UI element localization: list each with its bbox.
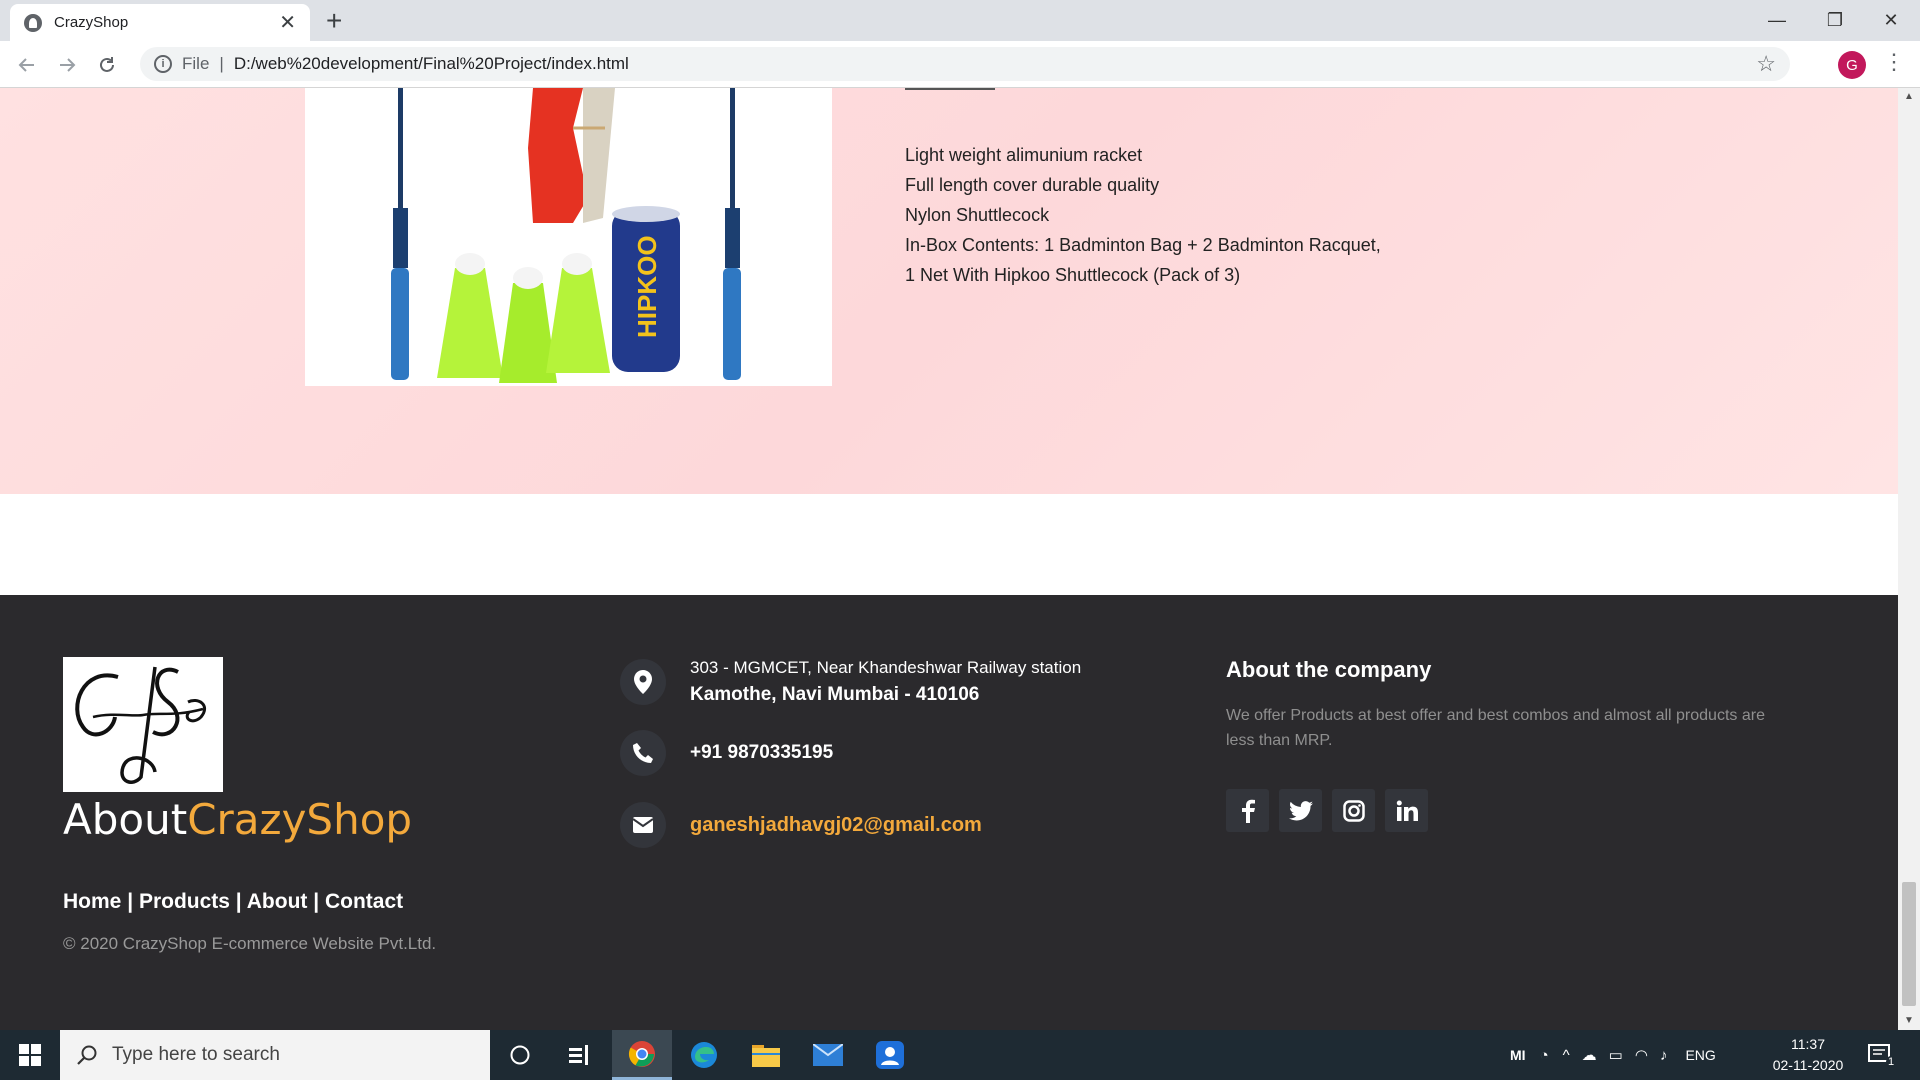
feature-item: Light weight alimunium racket [905, 145, 1143, 165]
link-separator: | [235, 890, 242, 913]
back-arrow-icon[interactable] [11, 49, 43, 81]
clock-time: 11:37 [1791, 1036, 1825, 1052]
search-placeholder: Type here to search [112, 1044, 280, 1065]
mail-icon[interactable] [798, 1030, 858, 1080]
cloud-icon[interactable]: ☁ [1582, 1046, 1597, 1064]
address-line-2: Kamothe, Navi Mumbai - 410106 [690, 684, 980, 705]
crazyshop-logo [63, 657, 223, 792]
instagram-icon[interactable] [1332, 789, 1375, 832]
map-pin-icon [620, 659, 666, 705]
copyright-text: © 2020 CrazyShop E-commerce Website Pvt.… [63, 934, 437, 953]
mi-tray-label[interactable]: MI [1510, 1047, 1526, 1063]
footer-link-products[interactable]: Products [139, 890, 230, 913]
scroll-up-arrow[interactable]: ▲ [1898, 88, 1920, 106]
people-app-icon[interactable] [860, 1030, 920, 1080]
footer: AboutCrazyShop Home | Products | About |… [0, 595, 1898, 1030]
page-viewport: HIPKOO Light weight alimunium racket Ful… [0, 88, 1898, 1030]
footer-link-home[interactable]: Home [63, 890, 121, 913]
facebook-icon[interactable] [1226, 789, 1269, 832]
file-explorer-icon[interactable] [736, 1030, 796, 1080]
feature-item: Nylon Shuttlecock [905, 205, 1050, 225]
linkedin-icon[interactable] [1385, 789, 1428, 832]
product-section: HIPKOO Light weight alimunium racket Ful… [0, 88, 1898, 494]
twitter-icon[interactable] [1279, 789, 1322, 832]
address-bar: i File | D:/web%20development/Final%20Pr… [0, 41, 1920, 88]
tab-title: CrazyShop [54, 14, 129, 31]
section-spacer [0, 494, 1898, 595]
minimize-button[interactable]: — [1748, 0, 1806, 41]
scroll-down-arrow[interactable]: ▼ [1898, 1012, 1920, 1030]
feature-item: 1 Net With Hipkoo Shuttlecock (Pack of 3… [905, 265, 1241, 285]
taskbar-clock[interactable]: 11:37 02-11-2020 [1760, 1034, 1856, 1076]
new-tab-button[interactable]: + [326, 6, 342, 36]
chrome-icon[interactable] [612, 1030, 672, 1080]
envelope-icon [620, 802, 666, 848]
language-indicator[interactable]: ENG [1685, 1047, 1715, 1063]
edge-icon[interactable] [674, 1030, 734, 1080]
feature-item: In-Box Contents: 1 Badminton Bag + 2 Bad… [905, 235, 1381, 255]
close-tab-icon[interactable]: ✕ [279, 10, 296, 35]
contact-address: 303 - MGMCET, Near Khandeshwar Railway s… [620, 658, 1081, 706]
link-separator: | [313, 890, 320, 913]
about-company-text: We offer Products at best offer and best… [1226, 707, 1765, 749]
sync-icon[interactable]: ◔ [1540, 1047, 1549, 1064]
battery-icon[interactable]: ▭ [1609, 1046, 1623, 1064]
system-tray: MI ◔ ^ ☁ ▭ ◠ ♪ ENG [1510, 1030, 1716, 1080]
forward-arrow-icon[interactable] [51, 49, 83, 81]
brand-accent: CrazyShop [187, 795, 413, 844]
social-links [1226, 789, 1438, 832]
windows-start-icon[interactable] [0, 1030, 60, 1080]
phone-icon [620, 730, 666, 776]
footer-links: Home | Products | About | Contact [63, 890, 403, 914]
bookmark-star-icon[interactable]: ☆ [1756, 51, 1776, 77]
clock-date: 02-11-2020 [1772, 1057, 1844, 1073]
phone-number: +91 9870335195 [690, 742, 834, 763]
contact-phone: +91 9870335195 [620, 730, 833, 776]
badminton-set-image: HIPKOO [305, 88, 832, 386]
contact-email: ganeshjadhavgj02@gmail.com [620, 802, 982, 848]
restore-button[interactable]: ❐ [1806, 0, 1864, 41]
info-icon[interactable]: i [154, 55, 172, 73]
menu-kebab-icon[interactable]: ⋮ [1880, 49, 1908, 81]
footer-link-contact[interactable]: Contact [325, 890, 403, 913]
url-text: D:/web%20development/Final%20Project/ind… [233, 54, 629, 73]
notification-center-icon[interactable]: 1 [1868, 1030, 1897, 1080]
tab-strip: CrazyShop ✕ + — ❐ ✕ [0, 0, 1920, 41]
feature-list: Light weight alimunium racket Full lengt… [905, 140, 1381, 290]
close-window-button[interactable]: ✕ [1862, 0, 1920, 41]
page-scrollbar[interactable]: ▲ ▼ [1898, 88, 1920, 1030]
email-link[interactable]: ganeshjadhavgj02@gmail.com [690, 814, 982, 837]
link-separator: | [127, 890, 134, 913]
product-heading-partial [905, 88, 995, 90]
cortana-icon[interactable] [490, 1030, 550, 1080]
windows-taskbar: Type here to search MI ◔ ^ ☁ ▭ ◠ ♪ ENG 1… [0, 1030, 1920, 1080]
globe-icon [24, 13, 42, 32]
brand-prefix: About [63, 795, 188, 844]
profile-avatar[interactable]: G [1838, 51, 1866, 79]
scroll-thumb[interactable] [1902, 882, 1916, 1006]
url-separator: | [219, 54, 224, 73]
footer-brand: AboutCrazyShop [63, 795, 412, 844]
about-company-title: About the company [1226, 657, 1432, 682]
chevron-up-icon[interactable]: ^ [1563, 1047, 1570, 1064]
volume-icon[interactable]: ♪ [1660, 1047, 1668, 1064]
tube-brand-text: HIPKOO [632, 235, 662, 338]
scheme-label: File [182, 54, 210, 73]
wifi-icon[interactable]: ◠ [1635, 1046, 1648, 1064]
url-input[interactable]: i File | D:/web%20development/Final%20Pr… [140, 47, 1790, 81]
browser-tab[interactable]: CrazyShop ✕ [10, 4, 310, 41]
task-view-icon[interactable] [550, 1030, 610, 1080]
address-line-1: 303 - MGMCET, Near Khandeshwar Railway s… [690, 658, 1082, 677]
taskbar-search-input[interactable]: Type here to search [60, 1030, 490, 1080]
search-icon [77, 1045, 97, 1065]
footer-link-about[interactable]: About [247, 890, 308, 913]
feature-item: Full length cover durable quality [905, 175, 1160, 195]
notification-badge: 1 [1886, 1056, 1897, 1068]
reload-icon[interactable] [91, 49, 123, 81]
